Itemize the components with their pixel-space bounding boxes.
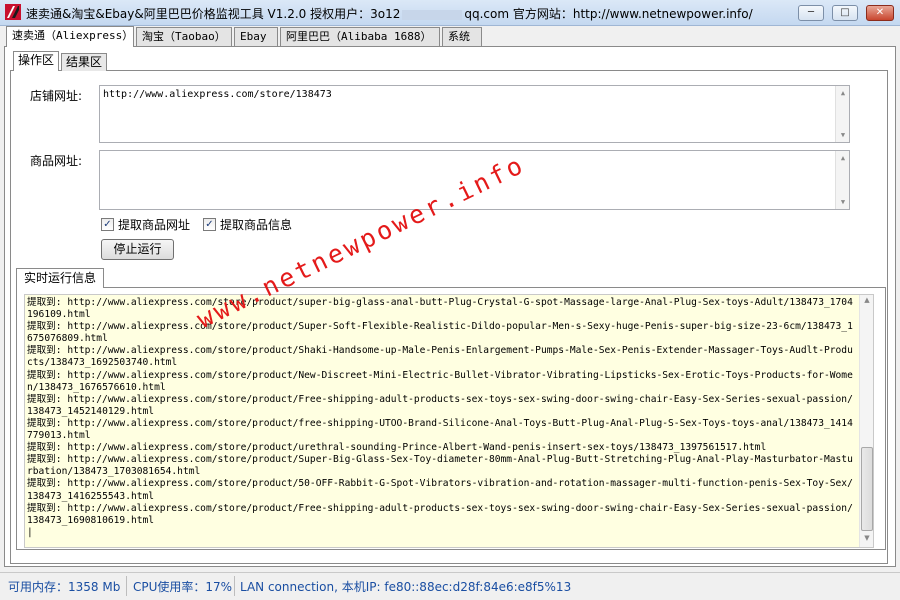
log-line: 提取到: http://www.aliexpress.com/store/pro… — [27, 345, 853, 369]
app-logo-icon — [5, 4, 21, 20]
network-status: LAN connection, 本机IP: fe80::88ec:d28f:84… — [240, 580, 572, 594]
scroll-up-icon[interactable]: ▲ — [836, 86, 850, 100]
tab-system[interactable]: 系统 — [442, 27, 482, 46]
scroll-thumb[interactable] — [861, 447, 873, 531]
log-line: 提取到: http://www.aliexpress.com/store/pro… — [27, 393, 853, 417]
log-line: 提取到: http://www.aliexpress.com/store/pro… — [27, 297, 853, 321]
log-tab[interactable]: 实时运行信息 — [16, 268, 105, 288]
title-site: 官方网站：http://www.netnewpower.info/ — [512, 7, 753, 21]
memory-status: 可用内存：1358 Mb — [8, 580, 121, 594]
status-bar: 可用内存：1358 Mb CPU使用率：17% LAN connection, … — [0, 572, 900, 600]
title-user-suffix: qq.com — [464, 7, 510, 21]
title-redaction — [402, 9, 463, 20]
title-prefix: 速卖通&淘宝&Ebay&阿里巴巴价格监视工具 V1.2.0 授权用户： — [26, 7, 371, 21]
scroll-down-icon[interactable]: ▼ — [836, 128, 850, 142]
log-output[interactable]: 提取到: http://www.aliexpress.com/store/pro… — [24, 294, 874, 548]
product-url-scrollbar[interactable]: ▲ ▼ — [835, 151, 849, 209]
window-title: 速卖通&淘宝&Ebay&阿里巴巴价格监视工具 V1.2.0 授权用户：3o12 q… — [26, 5, 753, 22]
title-bar: 速卖通&淘宝&Ebay&阿里巴巴价格监视工具 V1.2.0 授权用户：3o12 q… — [0, 0, 900, 26]
scroll-down-icon[interactable]: ▼ — [860, 534, 873, 546]
stop-button[interactable]: 停止运行 — [101, 239, 174, 260]
tab-alibaba[interactable]: 阿里巴巴（Alibaba 1688） — [280, 27, 440, 46]
product-url-label: 商品网址: — [30, 154, 83, 168]
product-url-field[interactable]: ▲ ▼ — [99, 150, 850, 210]
scroll-up-icon[interactable]: ▲ — [860, 296, 873, 308]
shop-url-field[interactable]: http://www.aliexpress.com/store/138473 ▲… — [99, 85, 850, 143]
tab-taobao[interactable]: 淘宝（Taobao） — [136, 27, 232, 46]
log-lines: 提取到: http://www.aliexpress.com/store/pro… — [27, 297, 857, 539]
log-line: 提取到: http://www.aliexpress.com/store/pro… — [27, 442, 767, 454]
cpu-status: CPU使用率：17% — [133, 580, 233, 594]
shop-url-label: 店铺网址: — [30, 89, 83, 103]
scroll-down-icon[interactable]: ▼ — [836, 195, 850, 209]
extract-product-url-label: 提取商品网址 — [118, 218, 191, 232]
tab-aliexpress[interactable]: 速卖通（Aliexpress） — [6, 26, 134, 47]
log-line: 提取到: http://www.aliexpress.com/store/pro… — [27, 369, 853, 393]
status-divider — [234, 576, 235, 596]
status-divider — [126, 576, 127, 596]
scroll-up-icon[interactable]: ▲ — [836, 151, 850, 165]
log-line: 提取到: http://www.aliexpress.com/store/pro… — [27, 321, 853, 345]
log-line: 提取到: http://www.aliexpress.com/store/pro… — [27, 478, 853, 502]
extract-product-info-checkbox[interactable]: ✓ 提取商品信息 — [203, 216, 292, 233]
tab-operation[interactable]: 操作区 — [13, 51, 60, 71]
shop-url-scrollbar[interactable]: ▲ ▼ — [835, 86, 849, 142]
checkmark-icon[interactable]: ✓ — [203, 218, 216, 231]
minimize-button[interactable]: ─ — [798, 5, 824, 21]
log-line: 提取到: http://www.aliexpress.com/store/pro… — [27, 454, 853, 478]
close-button[interactable]: ✕ — [866, 5, 894, 21]
shop-url-value: http://www.aliexpress.com/store/138473 — [103, 89, 332, 100]
log-line: 提取到: http://www.aliexpress.com/store/pro… — [27, 502, 853, 526]
checkmark-icon[interactable]: ✓ — [101, 218, 114, 231]
tab-ebay[interactable]: Ebay — [234, 27, 278, 46]
log-scrollbar[interactable]: ▲ ▼ — [859, 295, 873, 547]
maximize-button[interactable]: □ — [832, 5, 858, 21]
tab-results[interactable]: 结果区 — [61, 53, 108, 71]
text-cursor: | — [27, 526, 33, 538]
extract-product-url-checkbox[interactable]: ✓ 提取商品网址 — [101, 216, 190, 233]
title-user: 3o12 — [370, 7, 401, 21]
extract-product-info-label: 提取商品信息 — [220, 218, 293, 232]
log-line: 提取到: http://www.aliexpress.com/store/pro… — [27, 417, 853, 442]
